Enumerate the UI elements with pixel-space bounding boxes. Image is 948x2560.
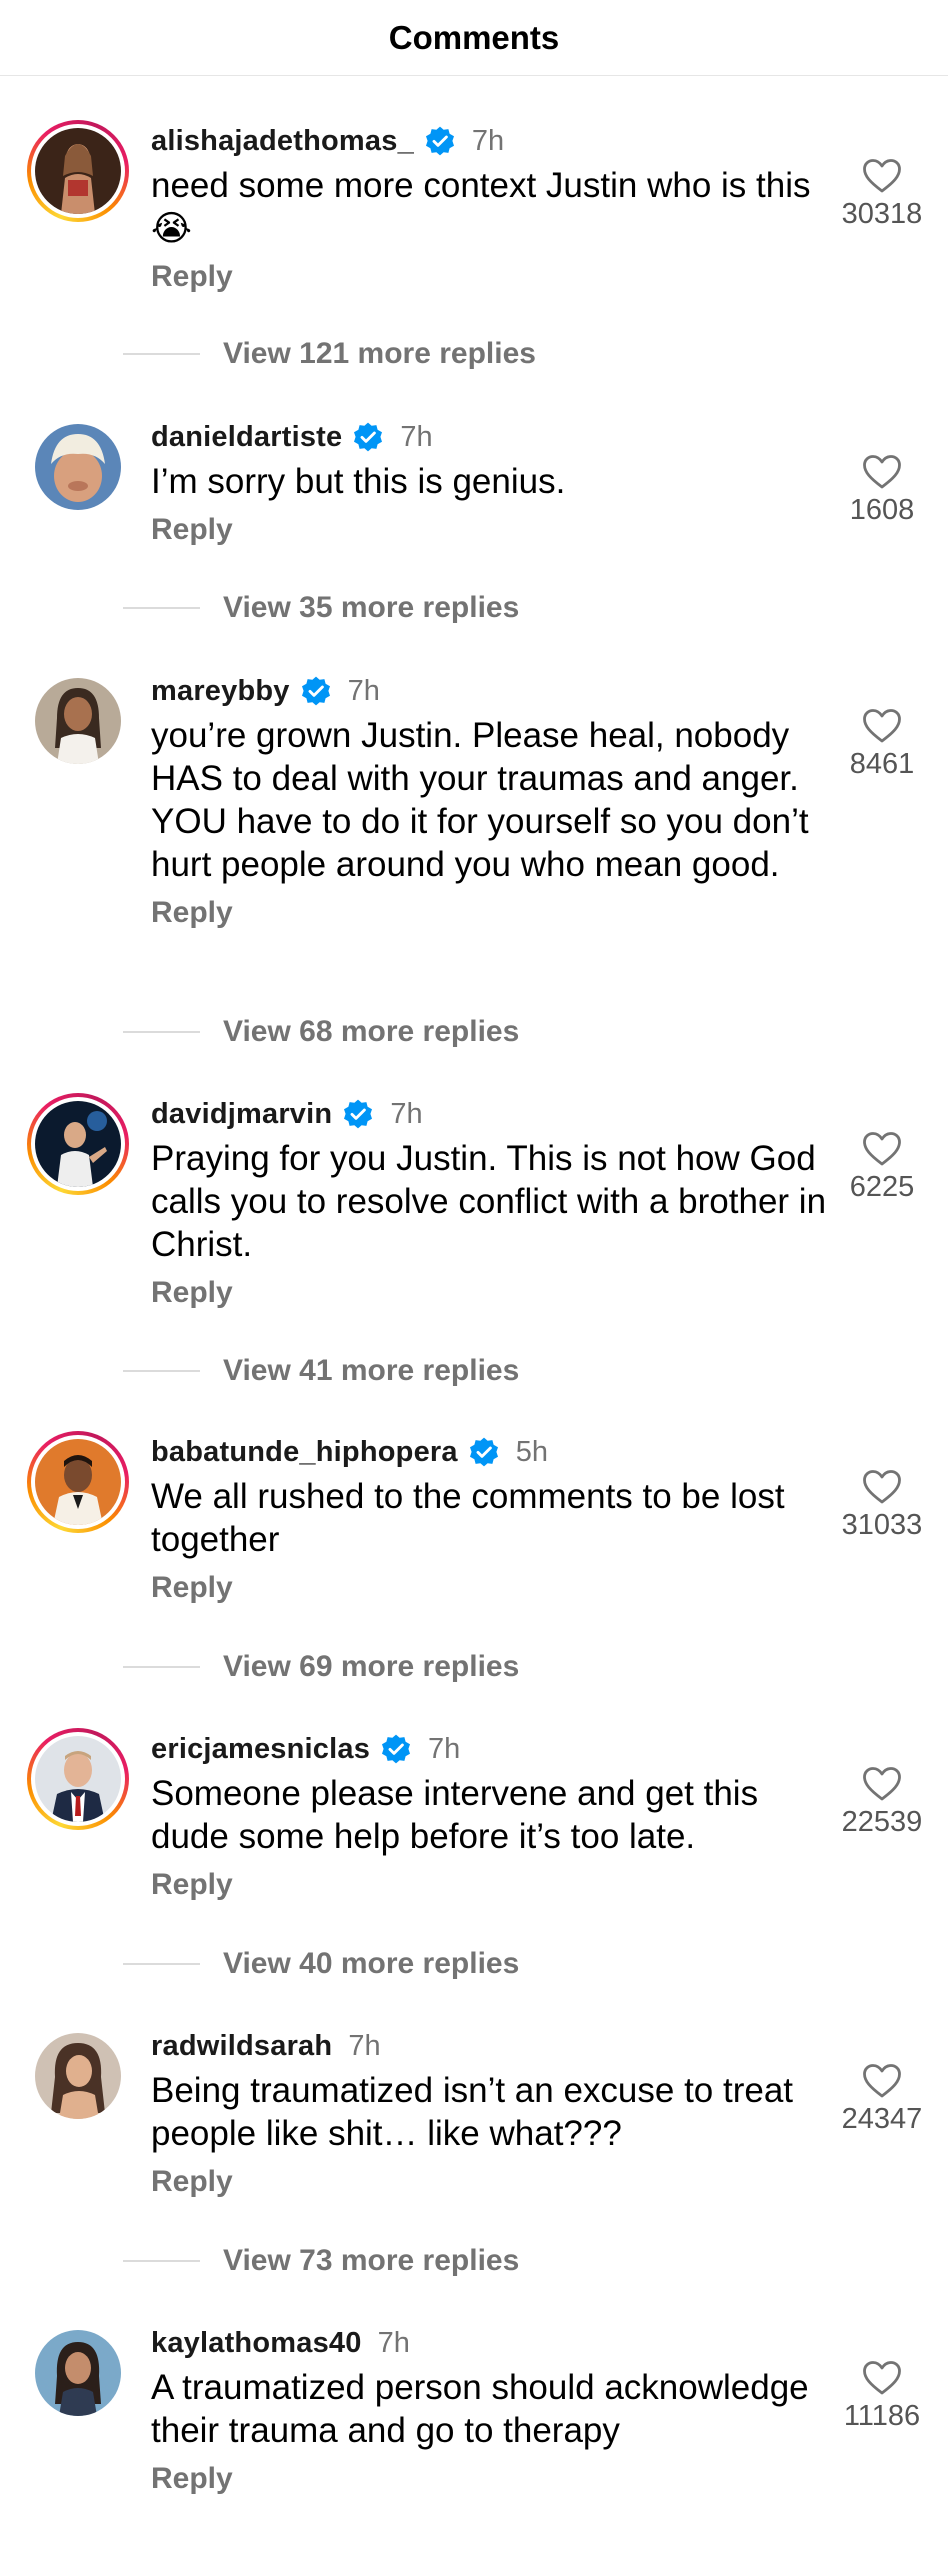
reply-button[interactable]: Reply xyxy=(151,896,233,930)
heart-icon[interactable] xyxy=(862,708,902,744)
page-title: Comments xyxy=(388,18,560,56)
reply-button[interactable]: Reply xyxy=(151,260,233,294)
comments-header: Comments xyxy=(0,0,948,76)
woman-avatar-icon xyxy=(35,2330,121,2416)
like-count: 1608 xyxy=(849,494,915,526)
view-replies-button[interactable]: View 73 more replies xyxy=(123,2241,519,2281)
comment-time: 7h xyxy=(428,1732,461,1765)
verified-badge-icon xyxy=(469,1437,498,1467)
comment-text: Praying for you Justin. This is not how … xyxy=(151,1139,827,1264)
heart-icon[interactable] xyxy=(862,1469,902,1505)
like-count: 30318 xyxy=(841,198,923,230)
avatar[interactable] xyxy=(27,2322,129,2424)
like-count: 22539 xyxy=(841,1806,923,1838)
view-replies-label: View 35 more replies xyxy=(223,591,520,624)
reply-button[interactable]: Reply xyxy=(151,2462,233,2496)
view-replies-button[interactable]: View 41 more replies xyxy=(123,1351,519,1391)
divider-line xyxy=(123,353,200,355)
comment-time: 7h xyxy=(377,2326,410,2359)
comment-text: We all rushed to the comments to be lost… xyxy=(151,1477,785,1559)
view-replies-label: View 68 more replies xyxy=(223,1015,520,1048)
divider-line xyxy=(123,2260,200,2262)
like-count: 6225 xyxy=(849,1171,915,1203)
verified-badge-icon xyxy=(301,676,330,706)
view-replies-button[interactable]: View 69 more replies xyxy=(123,1647,519,1687)
comment-text: A traumatized person should acknowledge … xyxy=(151,2368,809,2450)
heart-icon[interactable] xyxy=(862,1766,902,1802)
divider-line xyxy=(123,607,200,609)
view-replies-label: View 121 more replies xyxy=(223,337,536,370)
avatar[interactable] xyxy=(27,1093,129,1195)
heart-icon[interactable] xyxy=(862,2063,902,2099)
comment-time: 7h xyxy=(471,124,505,157)
man-avatar-icon xyxy=(35,1439,121,1525)
heart-icon[interactable] xyxy=(862,1131,902,1167)
divider-line xyxy=(123,1031,200,1033)
view-replies-button[interactable]: View 35 more replies xyxy=(123,588,519,628)
like-count: 31033 xyxy=(841,1509,923,1541)
comment-text: I’m sorry but this is genius. xyxy=(151,462,566,501)
blonde-man-avatar-icon xyxy=(35,424,121,510)
view-replies-button[interactable]: View 121 more replies xyxy=(123,334,536,374)
comment-text: you’re grown Justin. Please heal, nobody… xyxy=(151,716,809,884)
username[interactable]: radwildsarah xyxy=(151,2030,332,2063)
divider-line xyxy=(123,1963,200,1965)
comment-time: 7h xyxy=(390,1097,423,1130)
woman-avatar-icon xyxy=(35,128,121,214)
reply-button[interactable]: Reply xyxy=(151,1868,233,1902)
comment-time: 7h xyxy=(348,2029,381,2062)
username[interactable]: kaylathomas40 xyxy=(151,2327,362,2360)
avatar[interactable] xyxy=(27,2025,129,2127)
avatar[interactable] xyxy=(27,416,129,518)
avatar[interactable] xyxy=(27,1728,129,1830)
verified-badge-icon xyxy=(382,1734,411,1764)
username[interactable]: danieldartiste xyxy=(151,421,342,454)
reply-button[interactable]: Reply xyxy=(151,513,233,547)
like-count: 8461 xyxy=(849,748,915,780)
suit-man-avatar-icon xyxy=(35,1736,121,1822)
avatar[interactable] xyxy=(27,1431,129,1533)
view-replies-label: View 73 more replies xyxy=(223,2244,520,2277)
heart-icon[interactable] xyxy=(862,2360,902,2396)
username[interactable]: davidjmarvin xyxy=(151,1098,332,1131)
username[interactable]: ericjamesniclas xyxy=(151,1733,370,1766)
verified-badge-icon xyxy=(425,126,454,156)
heart-icon[interactable] xyxy=(862,158,902,194)
comment-text: Someone please intervene and get this du… xyxy=(151,1774,759,1856)
view-replies-label: View 69 more replies xyxy=(223,1650,520,1683)
view-replies-label: View 40 more replies xyxy=(223,1947,520,1980)
reply-button[interactable]: Reply xyxy=(151,1276,233,1310)
verified-badge-icon xyxy=(354,422,383,452)
view-replies-button[interactable]: View 40 more replies xyxy=(123,1944,519,1984)
woman-avatar-icon xyxy=(35,678,121,764)
reply-button[interactable]: Reply xyxy=(151,1571,233,1605)
avatar[interactable] xyxy=(27,670,129,772)
stage-man-avatar-icon xyxy=(35,1101,121,1187)
like-count: 11186 xyxy=(843,2400,921,2432)
verified-badge-icon xyxy=(344,1099,373,1129)
comment-text: Being traumatized isn’t an excuse to tre… xyxy=(151,2071,794,2153)
comment-time: 7h xyxy=(347,674,380,707)
woman-avatar-icon xyxy=(35,2033,121,2119)
username[interactable]: babatunde_hiphopera xyxy=(151,1436,458,1469)
heart-icon[interactable] xyxy=(862,454,902,490)
view-replies-button[interactable]: View 68 more replies xyxy=(123,1012,519,1052)
avatar[interactable] xyxy=(27,120,129,222)
username[interactable]: alishajadethomas_ xyxy=(151,125,414,158)
like-count: 24347 xyxy=(841,2103,923,2135)
view-replies-label: View 41 more replies xyxy=(223,1354,520,1387)
comment-time: 5h xyxy=(515,1435,548,1468)
comment-text: need some more context Justin who is thi… xyxy=(151,166,811,248)
comment-time: 7h xyxy=(400,420,433,453)
username[interactable]: mareybby xyxy=(151,675,290,708)
divider-line xyxy=(123,1666,200,1668)
divider-line xyxy=(123,1370,200,1372)
reply-button[interactable]: Reply xyxy=(151,2165,233,2199)
